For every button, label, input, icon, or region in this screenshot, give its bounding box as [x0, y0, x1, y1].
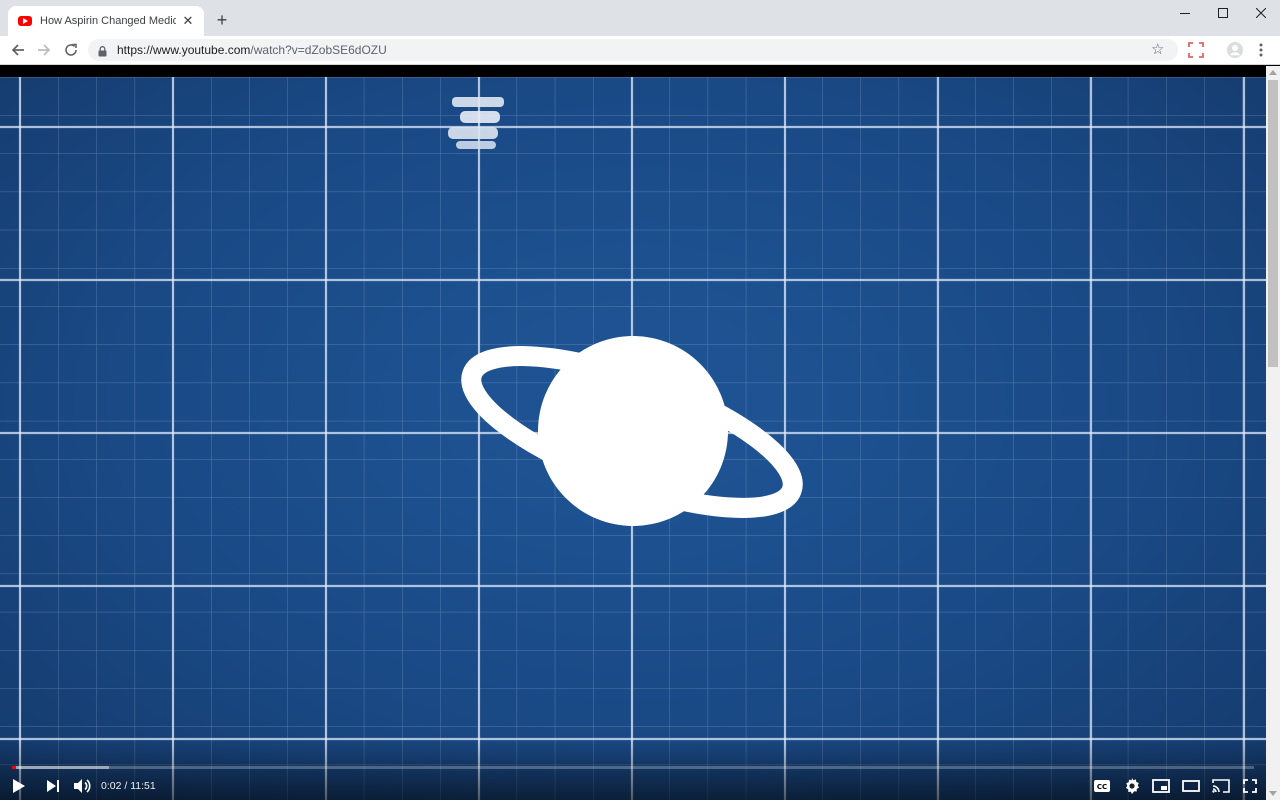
extension-icon[interactable]	[1185, 39, 1207, 61]
blueprint-grid	[0, 77, 1266, 800]
cast-icon[interactable]	[1208, 774, 1234, 798]
progress-bar[interactable]	[12, 766, 1254, 769]
player-controls: 0:02 / 11:51 CC	[0, 770, 1266, 800]
gear-icon[interactable]	[1119, 774, 1145, 798]
new-tab-button[interactable]: +	[212, 10, 232, 30]
lock-icon	[98, 44, 107, 62]
reload-icon[interactable]	[60, 39, 82, 61]
profile-avatar-icon[interactable]	[1224, 39, 1246, 61]
page-scrollbar[interactable]	[1266, 66, 1280, 800]
current-time: 0:02	[101, 780, 122, 792]
volume-icon[interactable]	[69, 774, 95, 798]
url-path: /watch?v=dZobSE6dOZU	[250, 43, 387, 57]
fullscreen-icon[interactable]	[1237, 774, 1263, 798]
next-icon[interactable]	[40, 774, 66, 798]
youtube-icon	[18, 16, 32, 26]
url-host: https://www.youtube.com	[117, 43, 251, 57]
scroll-up-icon[interactable]	[1269, 70, 1277, 75]
close-tab-icon[interactable]: ✕	[180, 13, 196, 29]
svg-text:CC: CC	[1097, 783, 1107, 791]
address-bar[interactable]: https://www.youtube.com/watch?v=dZobSE6d…	[88, 39, 1178, 61]
scroll-down-icon[interactable]	[1269, 791, 1277, 796]
scroll-thumb[interactable]	[1268, 80, 1278, 367]
video-player[interactable]: 0:02 / 11:51 CC	[0, 66, 1266, 800]
arrow-left-icon[interactable]	[7, 39, 29, 61]
theater-mode-icon[interactable]	[1178, 774, 1204, 798]
miniplayer-icon[interactable]	[1148, 774, 1174, 798]
close-window-icon[interactable]	[1242, 0, 1280, 26]
captions-icon[interactable]: CC	[1089, 774, 1115, 798]
maximize-icon[interactable]	[1204, 0, 1242, 26]
video-frame	[0, 77, 1266, 800]
time-separator: /	[121, 780, 131, 792]
window-controls	[1166, 0, 1280, 26]
buffered-indicator	[12, 766, 109, 769]
browser-tab[interactable]: How Aspirin Changed Medicine | ✕	[8, 6, 204, 36]
star-icon[interactable]: ☆	[1151, 41, 1164, 59]
played-indicator	[12, 766, 16, 769]
url-text: https://www.youtube.com/watch?v=dZobSE6d…	[117, 43, 387, 57]
tab-strip: How Aspirin Changed Medicine | ✕ +	[0, 0, 1280, 36]
minimize-icon[interactable]	[1166, 0, 1204, 26]
kebab-menu-icon[interactable]	[1250, 39, 1272, 61]
tab-title: How Aspirin Changed Medicine |	[40, 15, 176, 27]
arrow-right-icon[interactable]	[33, 39, 55, 61]
browser-toolbar: https://www.youtube.com/watch?v=dZobSE6d…	[0, 36, 1280, 65]
time-display: 0:02 / 11:51	[101, 780, 156, 792]
play-icon[interactable]	[6, 774, 32, 798]
duration: 11:51	[130, 780, 156, 792]
